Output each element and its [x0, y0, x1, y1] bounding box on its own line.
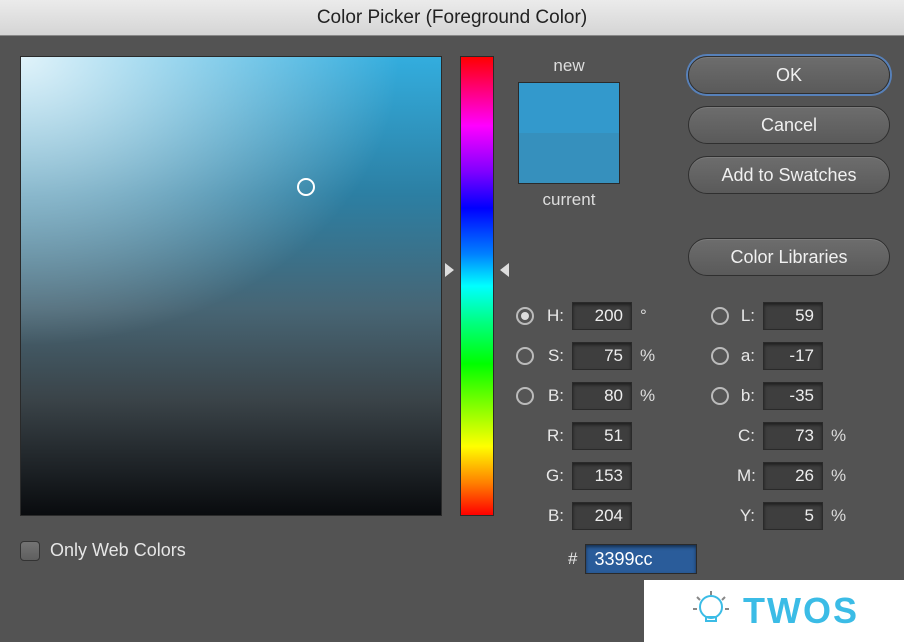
l-input[interactable] [763, 302, 823, 330]
brightness-label: B: [542, 386, 564, 406]
h-radio[interactable] [516, 307, 534, 325]
labb-label: b: [737, 386, 755, 406]
c-input[interactable] [763, 422, 823, 450]
y-label: Y: [737, 506, 755, 526]
color-libraries-button[interactable]: Color Libraries [688, 238, 890, 276]
r-row: R: [516, 422, 693, 450]
saturation-brightness-field[interactable] [20, 56, 442, 516]
lightbulb-icon [689, 589, 733, 633]
swatch-current-label: current [543, 190, 596, 210]
cancel-button[interactable]: Cancel [688, 106, 890, 144]
c-row: C: % [711, 422, 888, 450]
c-unit: % [831, 426, 851, 446]
m-row: M: % [711, 462, 888, 490]
swatch-current[interactable] [519, 133, 619, 183]
only-web-colors-row[interactable]: Only Web Colors [20, 540, 442, 561]
g-input[interactable] [572, 462, 632, 490]
h-label: H: [542, 306, 564, 326]
watermark: TWOS [644, 580, 904, 642]
color-swatch [518, 82, 620, 184]
labb-radio[interactable] [711, 387, 729, 405]
only-web-colors-checkbox[interactable] [20, 541, 40, 561]
labb-input[interactable] [763, 382, 823, 410]
hex-row: # [512, 544, 894, 574]
g-row: G: [516, 462, 693, 490]
l-row: L: [711, 302, 888, 330]
c-label: C: [737, 426, 755, 446]
watermark-text: TWOS [743, 590, 859, 632]
only-web-colors-label: Only Web Colors [50, 540, 186, 561]
m-input[interactable] [763, 462, 823, 490]
blue-input[interactable] [572, 502, 632, 530]
l-label: L: [737, 306, 755, 326]
y-input[interactable] [763, 502, 823, 530]
a-radio[interactable] [711, 347, 729, 365]
s-radio[interactable] [516, 347, 534, 365]
blue-label: B: [542, 506, 564, 526]
brightness-row: B: % [516, 382, 693, 410]
hex-input[interactable] [585, 544, 697, 574]
brightness-unit: % [640, 386, 660, 406]
s-row: S: % [516, 342, 693, 370]
brightness-radio[interactable] [516, 387, 534, 405]
brightness-input[interactable] [572, 382, 632, 410]
l-radio[interactable] [711, 307, 729, 325]
swatch-new [519, 83, 619, 133]
s-unit: % [640, 346, 660, 366]
s-input[interactable] [572, 342, 632, 370]
h-row: H: ° [516, 302, 693, 330]
h-unit: ° [640, 306, 660, 326]
a-input[interactable] [763, 342, 823, 370]
hex-label: # [568, 549, 577, 569]
labb-row: b: [711, 382, 888, 410]
m-unit: % [831, 466, 851, 486]
a-row: a: [711, 342, 888, 370]
h-input[interactable] [572, 302, 632, 330]
blue-row: B: [516, 502, 693, 530]
g-label: G: [542, 466, 564, 486]
r-input[interactable] [572, 422, 632, 450]
hue-slider-handle[interactable] [451, 263, 503, 277]
window-title: Color Picker (Foreground Color) [317, 7, 587, 29]
s-label: S: [542, 346, 564, 366]
r-label: R: [542, 426, 564, 446]
swatch-new-label: new [553, 56, 584, 76]
sb-cursor[interactable] [297, 178, 315, 196]
m-label: M: [737, 466, 755, 486]
ok-button[interactable]: OK [688, 56, 890, 94]
y-row: Y: % [711, 502, 888, 530]
a-label: a: [737, 346, 755, 366]
hue-slider[interactable] [460, 56, 494, 516]
add-to-swatches-button[interactable]: Add to Swatches [688, 156, 890, 194]
titlebar: Color Picker (Foreground Color) [0, 0, 904, 36]
y-unit: % [831, 506, 851, 526]
